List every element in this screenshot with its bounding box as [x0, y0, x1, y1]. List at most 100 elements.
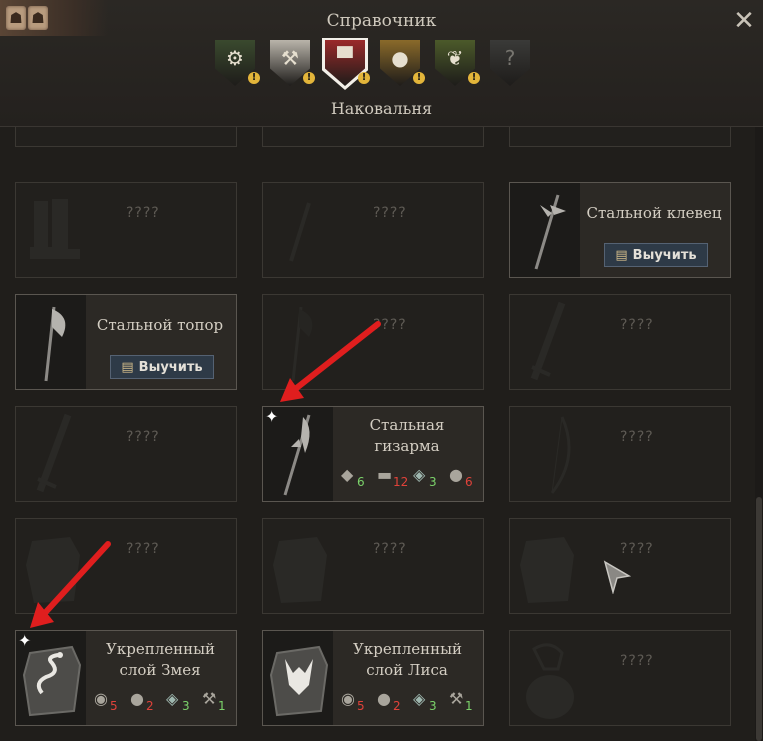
alert-badge: ! [468, 72, 480, 84]
unknown-recipe-label: ???? [373, 541, 407, 557]
coal-icon: ● [130, 689, 144, 708]
unknown-recipe-label: ???? [126, 429, 160, 445]
new-sparkle-icon: ✦ [265, 407, 279, 426]
bag-icon [510, 631, 580, 725]
resource-list: ◉ 5 ● 2 ◈ 3 ⚒ 1 [94, 689, 236, 715]
resource-item[interactable]: ● 6 [449, 465, 483, 491]
resource-item[interactable]: ▬ 12 [377, 465, 411, 491]
resource-item[interactable]: ⚒ 1 [449, 689, 483, 715]
resource-item[interactable]: ◆ 6 [341, 465, 375, 491]
armor-icon [263, 519, 333, 613]
recipe-card[interactable]: ✦ Стальная гизарма ◆ 6 ▬ 12 ◈ 3 ● 6 [262, 406, 484, 502]
recipe-card-partial [262, 127, 484, 147]
window-title: Справочник [326, 11, 437, 31]
resource-item[interactable]: ◉ 5 [341, 689, 375, 715]
unknown-recipe-label: ???? [373, 205, 407, 221]
unknown-recipe-label: ???? [620, 429, 654, 445]
mouse-cursor [603, 560, 631, 594]
tab-unknown[interactable]: ? [490, 40, 530, 86]
alert-badge: ! [358, 72, 370, 84]
herbs-icon: ❦ [446, 46, 464, 70]
resource-list: ◆ 6 ▬ 12 ◈ 3 ● 6 [341, 465, 483, 491]
resource-item[interactable]: ◉ 5 [94, 689, 128, 715]
resource-count: 3 [182, 699, 190, 713]
resource-item[interactable]: ◈ 3 [413, 689, 447, 715]
cloth-icon: ◉ [94, 689, 108, 708]
recipe-card-partial [15, 127, 237, 147]
sword-icon [16, 407, 86, 501]
category-tabs: ⚙! ⚒! ▀! ●! ❦!? [215, 38, 535, 90]
recipe-card[interactable]: Укрепленный слой Лиса ◉ 5 ● 2 ◈ 3 ⚒ 1 [262, 630, 484, 726]
leather-icon: ◈ [413, 465, 426, 484]
locked-recipe-card[interactable]: ???? [509, 294, 731, 390]
unknown-recipe-label: ???? [126, 205, 160, 221]
resource-count: 1 [465, 699, 473, 713]
unknown-recipe-label: ???? [620, 541, 654, 557]
sword-icon [510, 295, 580, 389]
resource-item[interactable]: ◈ 3 [166, 689, 200, 715]
resource-item[interactable]: ◈ 3 [413, 465, 447, 491]
close-icon[interactable]: ✕ [731, 8, 757, 34]
book-icon: ▤ [121, 359, 134, 375]
scrollbar-thumb[interactable] [756, 497, 762, 741]
recipe-name: Укрепленный слой Лиса [353, 640, 463, 679]
armor-icon [510, 519, 580, 613]
unknown-recipe-label: ???? [620, 317, 654, 333]
resource-list: ◉ 5 ● 2 ◈ 3 ⚒ 1 [341, 689, 483, 715]
recipe-card[interactable]: ✦ Укрепленный слой Змея ◉ 5 ● 2 ◈ 3 ⚒ 1 [15, 630, 237, 726]
alert-badge: ! [413, 72, 425, 84]
recipe-card[interactable]: Стальной топор ▤ Выучить [15, 294, 237, 390]
resource-item[interactable]: ● 2 [377, 689, 411, 715]
resource-item[interactable]: ● 2 [130, 689, 164, 715]
book-icon: ▤ [615, 247, 628, 263]
axe-icon [16, 295, 86, 389]
recipe-name: Стальная гизарма [369, 416, 445, 455]
anvil-icon: ▀ [337, 46, 353, 70]
recipe-grid: ???????? Стальной клевец ▤ Выучить Стальной … [0, 127, 754, 741]
war-pick-icon [510, 183, 580, 277]
alert-badge: ! [303, 72, 315, 84]
locked-recipe-card[interactable]: ???? [262, 182, 484, 278]
locked-recipe-card[interactable]: ???? [509, 406, 731, 502]
tools-icon: ⚒ [202, 689, 217, 708]
resource-count: 3 [429, 475, 437, 489]
category-title: Наковальня [330, 99, 433, 118]
recipe-name: Стальной топор [96, 316, 224, 334]
fox-armor-icon [263, 631, 333, 725]
resource-count: 6 [465, 475, 473, 489]
locked-recipe-card[interactable]: ???? [15, 406, 237, 502]
recipe-card[interactable]: Стальной клевец ▤ Выучить [509, 182, 731, 278]
resource-count: 1 [218, 699, 226, 713]
spear-icon [263, 183, 333, 277]
question-icon: ? [504, 46, 516, 70]
resource-item[interactable]: ⚒ 1 [202, 689, 236, 715]
learn-button-label: Выучить [138, 359, 203, 375]
resource-count: 5 [357, 699, 365, 713]
resource-count: 6 [357, 475, 365, 489]
recipe-name: Стальной клевец [586, 204, 722, 222]
leather-icon: ◈ [413, 689, 426, 708]
unknown-recipe-label: ???? [126, 541, 160, 557]
recipe-name: Укрепленный слой Змея [106, 640, 216, 679]
resource-count: 2 [393, 699, 401, 713]
locked-recipe-card[interactable]: ???? [262, 518, 484, 614]
ore-icon: ◆ [341, 465, 354, 484]
boots-icon [16, 183, 86, 277]
alert-badge: ! [248, 72, 260, 84]
resource-count: 5 [110, 699, 118, 713]
locked-recipe-card[interactable]: ???? [15, 182, 237, 278]
learn-button[interactable]: ▤ Выучить [604, 243, 708, 267]
locked-recipe-card[interactable]: ???? [509, 630, 731, 726]
leather-icon: ◈ [166, 689, 179, 708]
codex-header: ☗ ☗ Справочник ✕ ⚙! ⚒! ▀! ●! ❦!? Наковальня [0, 0, 763, 127]
wood-icon: ▬ [377, 465, 393, 484]
tools-icon: ⚒ [449, 689, 464, 708]
recipe-card-partial [509, 127, 731, 147]
gear-icon: ⚙ [226, 46, 244, 70]
resource-count: 12 [393, 475, 409, 489]
scrollbar[interactable] [755, 127, 763, 741]
coal-icon: ● [449, 465, 463, 484]
learn-button[interactable]: ▤ Выучить [110, 355, 214, 379]
coal-icon: ● [377, 689, 391, 708]
bow-icon [510, 407, 580, 501]
